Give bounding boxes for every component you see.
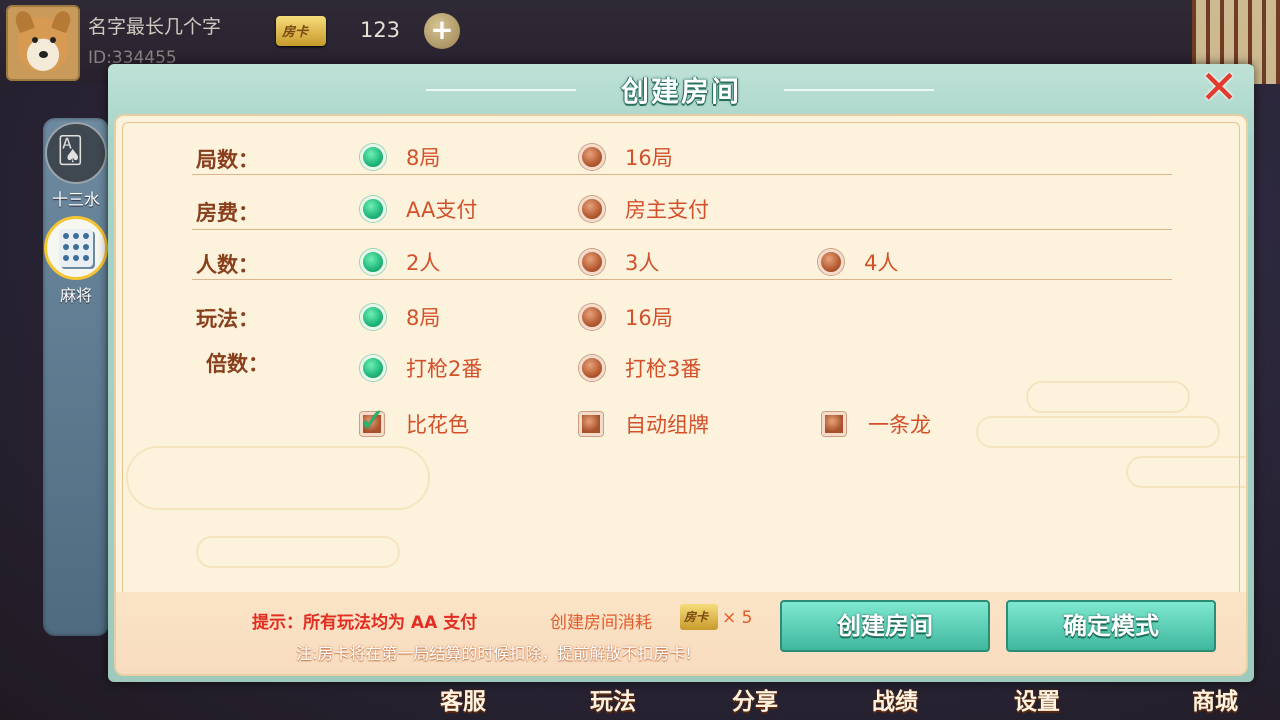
radio-unselected-icon	[579, 355, 605, 381]
add-cards-button[interactable]: +	[424, 13, 460, 49]
nav-service[interactable]: 客服	[440, 682, 486, 716]
room-card-count: 123	[359, 18, 401, 42]
nav-records[interactable]: 战绩	[872, 682, 918, 716]
create-room-dialog: 创建房间 ✕ 局数： 8局 16局 房费： AA支付 房主支付 人数： 2人 3…	[108, 64, 1254, 682]
close-button[interactable]: ✕	[1197, 64, 1241, 111]
players-label: 人数：	[196, 253, 259, 277]
game-label: 麻将	[59, 286, 92, 305]
multiplier-label: 倍数：	[206, 352, 269, 376]
option-fee-aa[interactable]: AA支付	[360, 194, 477, 224]
room-card-icon: 房卡	[276, 16, 326, 46]
nav-rules[interactable]: 玩法	[590, 682, 636, 716]
game-item-mahjong[interactable]: 麻将	[43, 216, 109, 306]
cost-label: 创建房间消耗	[550, 613, 652, 633]
nav-shop[interactable]: 商城	[1192, 682, 1238, 716]
option-multiplier-2[interactable]: 打枪2番	[360, 353, 482, 383]
option-fee-owner[interactable]: 房主支付	[579, 194, 709, 224]
avatar[interactable]	[6, 5, 80, 81]
nav-settings[interactable]: 设置	[1014, 682, 1060, 716]
checkmark-icon: ✓	[359, 401, 386, 439]
checkbox-checked-icon: ✓	[359, 401, 386, 439]
option-players-2[interactable]: 2人	[360, 247, 440, 277]
create-room-button[interactable]: 创建房间	[780, 600, 990, 652]
option-rounds-16[interactable]: 16局	[579, 142, 673, 172]
room-card-icon: 房卡	[680, 604, 718, 630]
checkbox-unchecked-icon	[579, 412, 603, 436]
radio-selected-icon	[360, 355, 386, 381]
option-multiplier-3[interactable]: 打枪3番	[579, 353, 701, 383]
radio-selected-icon	[360, 144, 386, 170]
option-players-3[interactable]: 3人	[579, 247, 659, 277]
radio-unselected-icon	[579, 304, 605, 330]
option-mode-16[interactable]: 16局	[579, 302, 673, 332]
radio-unselected-icon	[579, 249, 605, 275]
radio-selected-icon	[360, 249, 386, 275]
radio-unselected-icon	[579, 144, 605, 170]
game-list: 🂡 十三水 麻将	[43, 118, 109, 636]
nav-share[interactable]: 分享	[732, 682, 778, 716]
option-players-4[interactable]: 4人	[818, 247, 898, 277]
mahjong-tile-icon	[44, 216, 108, 280]
checkbox-unchecked-icon	[822, 412, 846, 436]
checkbox-auto-arrange[interactable]: 自动组牌	[579, 409, 709, 439]
deduction-note: 注:房卡将在第一局结算的时候扣除，提前解散不扣房卡!	[296, 644, 692, 663]
dialog-footer: 提示：所有玩法均为 AA 支付 创建房间消耗 房卡 × 5 注:房卡将在第一局结…	[116, 592, 1246, 674]
radio-unselected-icon	[579, 196, 605, 222]
user-name: 名字最长几个字	[88, 16, 222, 38]
cost-multiplier: × 5	[722, 608, 753, 628]
game-label: 十三水	[51, 190, 100, 209]
game-item-shisanshui[interactable]: 🂡 十三水	[43, 122, 109, 210]
radio-unselected-icon	[818, 249, 844, 275]
dialog-body: 局数： 8局 16局 房费： AA支付 房主支付 人数： 2人 3人 4人 玩法…	[114, 114, 1248, 676]
radio-selected-icon	[360, 304, 386, 330]
option-mode-8[interactable]: 8局	[360, 302, 440, 332]
payment-tip: 提示：所有玩法均为 AA 支付	[252, 613, 478, 633]
rounds-label: 局数：	[196, 148, 259, 172]
confirm-mode-button[interactable]: 确定模式	[1006, 600, 1216, 652]
checkbox-straight-dragon[interactable]: 一条龙	[822, 409, 931, 439]
playing-cards-icon: 🂡	[45, 122, 107, 184]
play-mode-label: 玩法：	[196, 307, 259, 331]
dialog-title: 创建房间	[620, 75, 741, 108]
option-rounds-8[interactable]: 8局	[360, 142, 440, 172]
bottom-nav: 客服 玩法 分享 战绩 设置 商城	[380, 682, 1280, 720]
checkbox-compare-suits[interactable]: ✓ 比花色	[359, 401, 469, 439]
fee-label: 房费：	[196, 201, 259, 225]
radio-selected-icon	[360, 196, 386, 222]
